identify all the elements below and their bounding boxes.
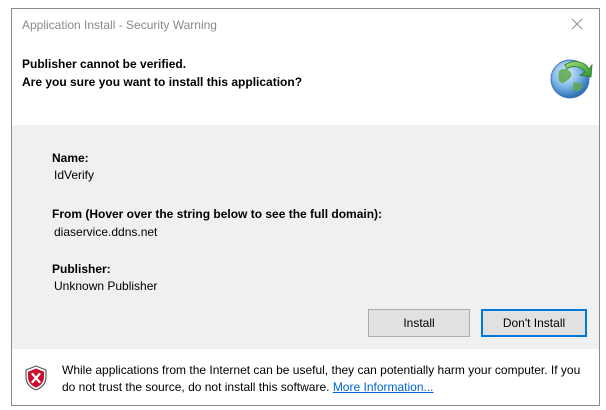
- from-label: From (Hover over the string below to see…: [52, 207, 383, 221]
- header-question: Are you sure you want to install this ap…: [22, 75, 303, 89]
- name-value: IdVerify: [54, 168, 95, 182]
- publisher-label: Publisher:: [52, 262, 111, 276]
- security-warning-dialog: Application Install - Security Warning P…: [11, 8, 600, 406]
- window-title: Application Install - Security Warning: [22, 18, 217, 32]
- header-warning-title: Publisher cannot be verified.: [22, 57, 187, 71]
- warning-text: While applications from the Internet can…: [62, 363, 581, 394]
- header-panel: Publisher cannot be verified. Are you su…: [12, 45, 599, 125]
- close-icon: [571, 18, 583, 30]
- footer-warning: While applications from the Internet can…: [12, 349, 599, 405]
- install-button[interactable]: Install: [368, 309, 470, 337]
- dont-install-button[interactable]: Don't Install: [481, 309, 587, 337]
- details-panel: Name: IdVerify From (Hover over the stri…: [12, 125, 599, 349]
- more-information-link[interactable]: More Information...: [333, 380, 434, 394]
- title-bar: Application Install - Security Warning: [12, 9, 599, 45]
- app-install-icon: [550, 59, 593, 99]
- close-button[interactable]: [555, 9, 599, 39]
- shield-warning-icon: [25, 365, 47, 391]
- warning-message: While applications from the Internet can…: [62, 362, 592, 396]
- from-domain-value[interactable]: diaservice.ddns.net: [54, 225, 157, 239]
- publisher-value: Unknown Publisher: [54, 279, 158, 293]
- name-label: Name:: [52, 151, 89, 165]
